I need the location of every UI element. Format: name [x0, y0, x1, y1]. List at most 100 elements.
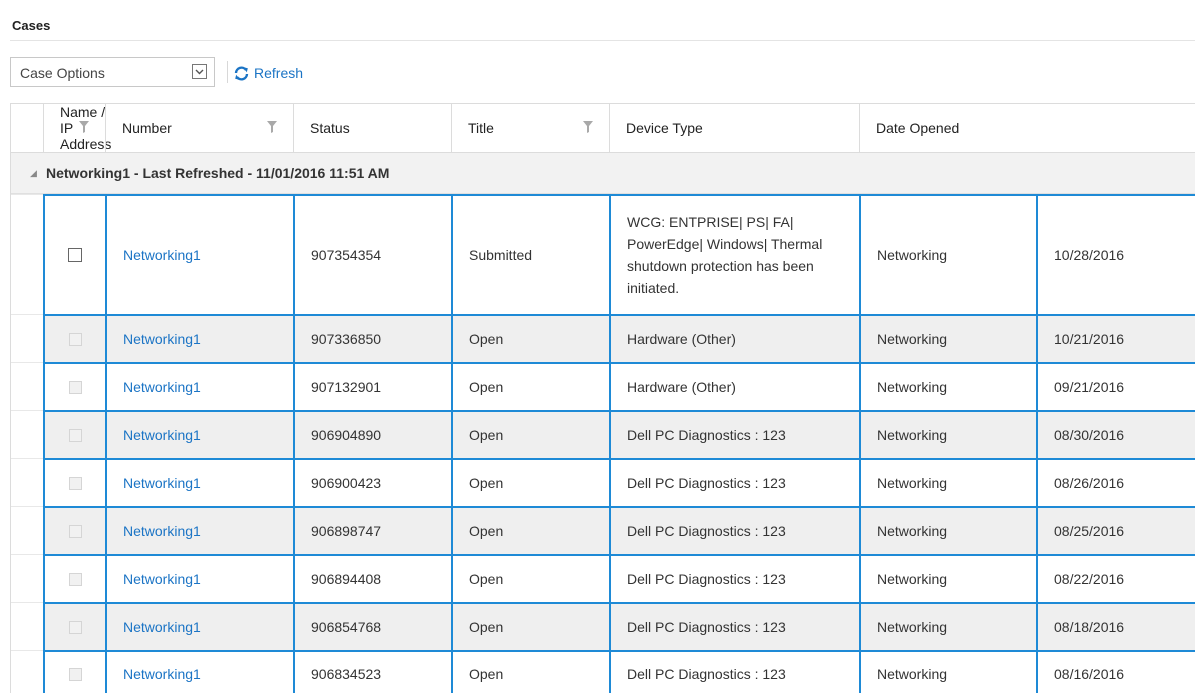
table-body: Networking1 907354354 Submitted WCG: ENTPRI…	[11, 194, 1195, 693]
cell-name[interactable]: Networking1	[105, 506, 293, 554]
cell-number: 906900423	[293, 458, 451, 506]
cell-date-opened: 08/25/2016	[1036, 506, 1195, 554]
column-header-label: Title	[468, 120, 494, 136]
row-select-cell	[43, 362, 105, 410]
cell-device-type: Networking	[859, 314, 1036, 362]
row-checkbox[interactable]	[68, 524, 82, 538]
cell-number: 907354354	[293, 194, 451, 314]
row-checkbox[interactable]	[68, 380, 82, 394]
row-checkbox[interactable]	[68, 572, 82, 586]
row-select-cell	[43, 602, 105, 650]
row-select-cell	[43, 554, 105, 602]
filter-icon[interactable]	[79, 121, 89, 133]
row-gutter	[11, 458, 43, 506]
cell-name[interactable]: Networking1	[105, 314, 293, 362]
row-gutter	[11, 410, 43, 458]
table-row[interactable]: Networking1 906854768 Open Dell PC Diagnost…	[11, 602, 1195, 650]
cell-status: Open	[451, 458, 609, 506]
cell-status: Open	[451, 362, 609, 410]
column-header-number[interactable]: Number	[105, 104, 293, 152]
cell-date-opened: 08/18/2016	[1036, 602, 1195, 650]
table-row[interactable]: Networking1 906834523 Open Dell PC Diagnost…	[11, 650, 1195, 693]
case-options-label: Case Options	[20, 65, 105, 81]
cell-title: Hardware (Other)	[609, 314, 859, 362]
cell-status: Open	[451, 602, 609, 650]
cell-status: Submitted	[451, 194, 609, 314]
row-checkbox[interactable]	[68, 248, 82, 262]
cell-device-type: Networking	[859, 362, 1036, 410]
cell-number: 907132901	[293, 362, 451, 410]
table-row[interactable]: Networking1 906898747 Open Dell PC Diagnost…	[11, 506, 1195, 554]
table-row[interactable]: Networking1 907132901 Open Hardware (Other)…	[11, 362, 1195, 410]
cell-title: Dell PC Diagnostics : 123	[609, 458, 859, 506]
cell-date-opened: 08/26/2016	[1036, 458, 1195, 506]
refresh-icon	[233, 65, 250, 82]
table-header: Name / IP Address Number Status Title Device…	[11, 103, 1195, 153]
cell-status: Open	[451, 410, 609, 458]
row-checkbox[interactable]	[68, 476, 82, 490]
toolbar-divider	[227, 61, 228, 83]
table-row[interactable]: Networking1 907354354 Submitted WCG: ENTPRI…	[11, 194, 1195, 314]
cell-device-type: Networking	[859, 506, 1036, 554]
case-options-dropdown[interactable]: Case Options	[10, 57, 215, 87]
cell-status: Open	[451, 314, 609, 362]
column-header-select[interactable]	[11, 104, 43, 152]
cell-number: 906834523	[293, 650, 451, 693]
cell-number: 906894408	[293, 554, 451, 602]
cell-date-opened: 08/30/2016	[1036, 410, 1195, 458]
cell-number: 906854768	[293, 602, 451, 650]
cell-device-type: Networking	[859, 410, 1036, 458]
table-row[interactable]: Networking1 907336850 Open Hardware (Other)…	[11, 314, 1195, 362]
cases-table: Name / IP Address Number Status Title Device…	[10, 103, 1195, 693]
cell-number: 906898747	[293, 506, 451, 554]
row-select-cell	[43, 458, 105, 506]
column-header-date-opened[interactable]: Date Opened	[859, 104, 1036, 152]
column-header-device-type[interactable]: Device Type	[609, 104, 859, 152]
column-header-label: Date Opened	[876, 120, 960, 136]
chevron-down-icon[interactable]	[192, 64, 207, 79]
row-checkbox[interactable]	[68, 667, 82, 681]
toolbar: Case Options Refresh	[10, 57, 610, 89]
cell-date-opened: 08/16/2016	[1036, 650, 1195, 693]
column-header-status[interactable]: Status	[293, 104, 451, 152]
cell-date-opened: 10/28/2016	[1036, 194, 1195, 314]
cell-date-opened: 10/21/2016	[1036, 314, 1195, 362]
column-header-label: Status	[310, 120, 350, 136]
cell-status: Open	[451, 506, 609, 554]
row-checkbox[interactable]	[68, 332, 82, 346]
table-row[interactable]: Networking1 906904890 Open Dell PC Diagnost…	[11, 410, 1195, 458]
cell-name[interactable]: Networking1	[105, 650, 293, 693]
column-header-name[interactable]: Name / IP Address	[43, 104, 111, 152]
cell-name[interactable]: Networking1	[105, 458, 293, 506]
cell-name[interactable]: Networking1	[105, 410, 293, 458]
cell-name[interactable]: Networking1	[105, 194, 293, 314]
table-row[interactable]: Networking1 906894408 Open Dell PC Diagnost…	[11, 554, 1195, 602]
cell-device-type: Networking	[859, 458, 1036, 506]
cell-name[interactable]: Networking1	[105, 362, 293, 410]
cell-device-type: Networking	[859, 602, 1036, 650]
cell-title: Dell PC Diagnostics : 123	[609, 506, 859, 554]
group-row[interactable]: ◢ Networking1 - Last Refreshed - 11/01/2…	[11, 153, 1195, 194]
row-select-cell	[43, 314, 105, 362]
row-gutter	[11, 602, 43, 650]
row-gutter	[11, 362, 43, 410]
page-title: Cases	[12, 18, 51, 33]
cell-number: 906904890	[293, 410, 451, 458]
cell-name[interactable]: Networking1	[105, 554, 293, 602]
column-header-title[interactable]: Title	[451, 104, 609, 152]
cell-date-opened: 08/22/2016	[1036, 554, 1195, 602]
refresh-button[interactable]: Refresh	[233, 62, 303, 84]
row-gutter	[11, 554, 43, 602]
filter-icon[interactable]	[583, 121, 593, 133]
row-select-cell	[43, 506, 105, 554]
row-gutter	[11, 314, 43, 362]
refresh-label: Refresh	[254, 65, 304, 81]
table-row[interactable]: Networking1 906900423 Open Dell PC Diagnost…	[11, 458, 1195, 506]
cell-status: Open	[451, 650, 609, 693]
cell-name[interactable]: Networking1	[105, 602, 293, 650]
row-select-cell	[43, 410, 105, 458]
filter-icon[interactable]	[267, 121, 277, 133]
collapse-arrow-icon[interactable]: ◢	[30, 168, 37, 179]
row-checkbox[interactable]	[68, 620, 82, 634]
row-checkbox[interactable]	[68, 428, 82, 442]
